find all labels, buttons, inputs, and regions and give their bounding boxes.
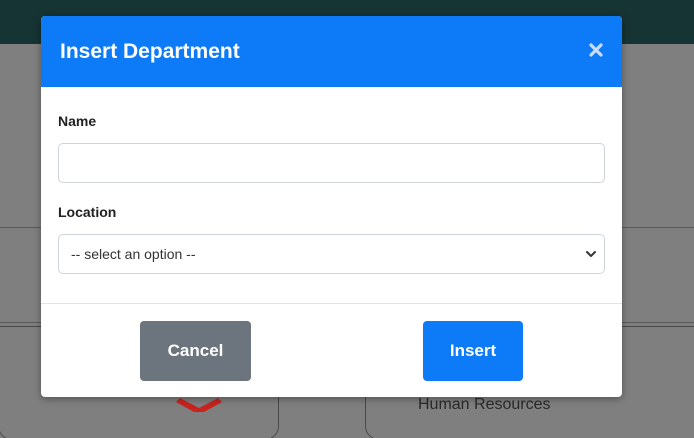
name-label: Name [58,113,97,129]
insert-button[interactable]: Insert [423,321,523,381]
modal-body: Name Location -- select an option -- [41,87,622,303]
name-input[interactable] [58,143,605,183]
delete-x-icon [176,398,222,412]
close-button[interactable] [586,40,606,60]
chevron-down-icon [586,251,596,257]
location-label: Location [58,204,117,220]
modal-footer: Cancel Insert [41,304,622,397]
insert-department-modal: Insert Department Name Location -- selec… [41,16,622,397]
location-select-value: -- select an option -- [71,246,196,262]
modal-title: Insert Department [60,39,240,63]
background-card-label: Human Resources [418,396,551,413]
cancel-button[interactable]: Cancel [140,321,251,381]
modal-header: Insert Department [41,16,622,87]
close-icon [589,43,603,57]
location-select[interactable]: -- select an option -- [58,234,605,274]
